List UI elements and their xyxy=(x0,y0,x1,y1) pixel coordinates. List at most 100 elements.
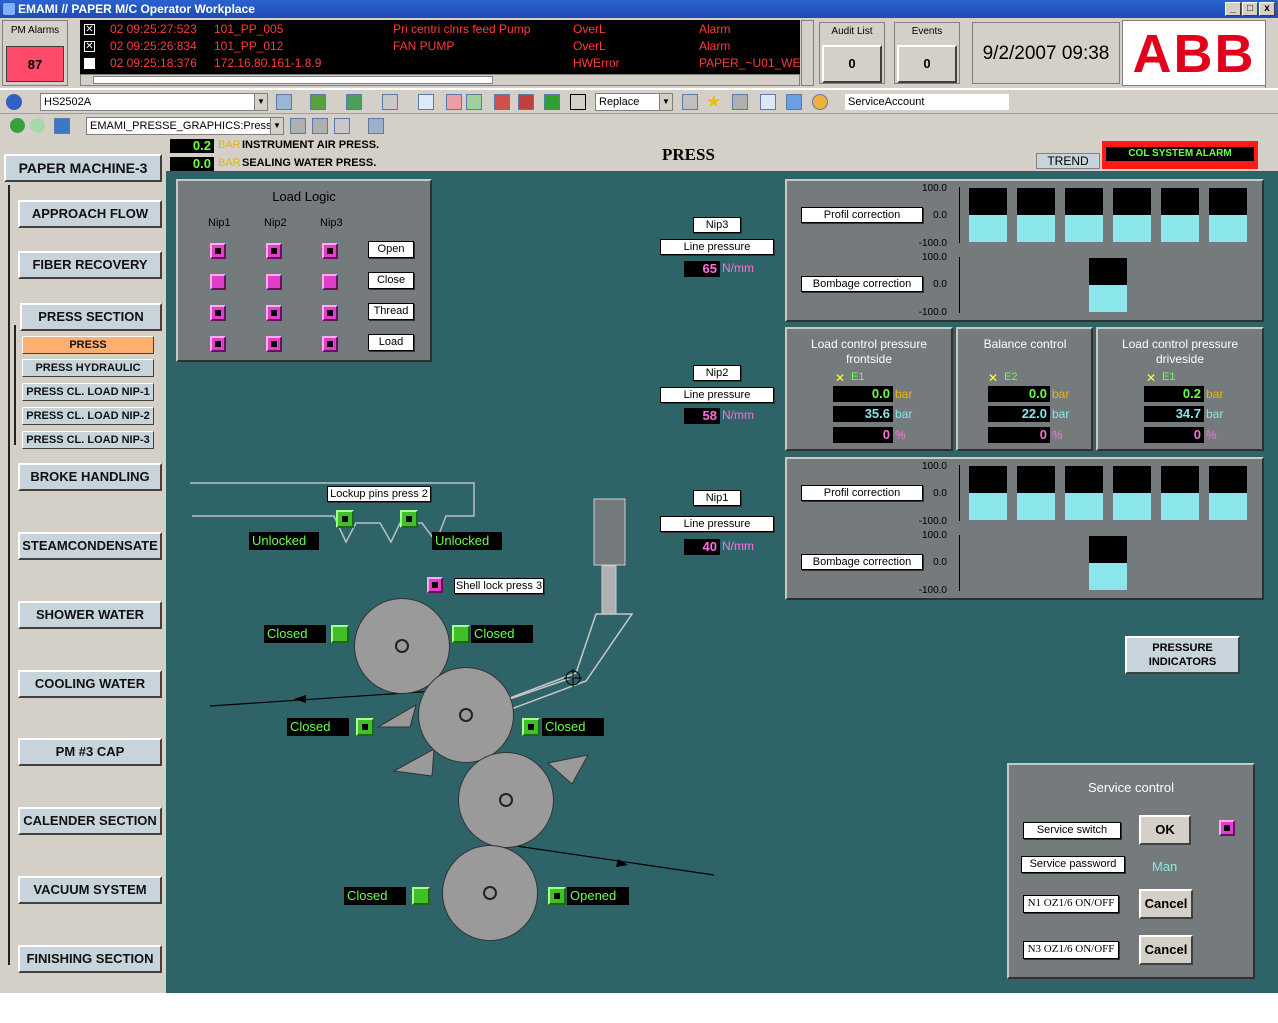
nav-sub-nip1[interactable]: PRESS CL. LOAD NIP-1 xyxy=(22,383,154,401)
close-button[interactable]: x xyxy=(1259,2,1275,16)
list-icon[interactable] xyxy=(446,94,462,110)
profil-correction-button[interactable]: Profil correction xyxy=(801,207,923,223)
audit-list-count[interactable]: 0 xyxy=(822,45,882,83)
workplace-icon[interactable] xyxy=(682,94,698,110)
sealing-water-value: 0.0 xyxy=(170,157,214,171)
shell-lock-label[interactable]: Shell lock press 3 xyxy=(454,578,544,594)
new-window-icon[interactable] xyxy=(786,94,802,110)
alarm-vertical-scrollbar[interactable] xyxy=(801,20,814,86)
forward-icon[interactable] xyxy=(30,118,45,133)
mode-combo[interactable]: Replace ▼ xyxy=(595,93,673,111)
press-roll-3 xyxy=(458,752,554,848)
tools-icon[interactable] xyxy=(570,94,586,110)
nav-finishing-section[interactable]: FINISHING SECTION xyxy=(18,945,162,973)
account-field[interactable]: ServiceAccount xyxy=(844,93,1010,111)
events-box[interactable]: Events 0 xyxy=(894,22,960,84)
alarm-row[interactable]: 02 09:25:18:376 172.16.80.161-1.8.9 HWEr… xyxy=(80,55,801,72)
trend-button[interactable]: TREND xyxy=(1036,153,1100,169)
pm-alarms-box[interactable]: PM Alarms 87 xyxy=(2,20,68,86)
alarm-horizontal-scrollbar[interactable] xyxy=(80,74,800,86)
ack-checkbox[interactable] xyxy=(84,58,95,69)
press-roll-4 xyxy=(442,845,538,941)
ok-button[interactable]: OK xyxy=(1139,815,1191,845)
search-icon[interactable] xyxy=(418,94,434,110)
value-1: 0.2 xyxy=(1144,386,1204,402)
star-icon[interactable]: ★ xyxy=(706,92,721,112)
window-scrollbar[interactable] xyxy=(1265,20,1278,88)
profil-correction-button[interactable]: Profil correction xyxy=(801,485,923,501)
ack-checkbox[interactable]: ✕ xyxy=(84,24,95,35)
scroll-thumb[interactable] xyxy=(93,76,493,84)
chevron-down-icon[interactable]: ▼ xyxy=(270,118,283,134)
bombage-correction-button[interactable]: Bombage correction xyxy=(801,554,923,570)
stop-icon[interactable] xyxy=(518,94,534,110)
pressure-indicators-button[interactable]: PRESSURE INDICATORS xyxy=(1125,636,1240,674)
cube-icon[interactable] xyxy=(54,118,70,134)
nav-shower-water[interactable]: SHOWER WATER xyxy=(18,601,162,629)
layout-icon[interactable] xyxy=(466,94,482,110)
alarm-row[interactable]: ✕ 02 09:25:26:834 101_PP_012 FAN PUMP Ov… xyxy=(80,38,800,55)
grid-icon[interactable] xyxy=(310,94,326,110)
events-count[interactable]: 0 xyxy=(897,45,957,83)
nav-sub-nip3[interactable]: PRESS CL. LOAD NIP-3 xyxy=(22,431,154,449)
bombage-correction-button[interactable]: Bombage correction xyxy=(801,276,923,292)
clock-display: 9/2/2007 09:38 xyxy=(972,22,1120,84)
unlocked-right-status: Unlocked xyxy=(432,532,502,550)
alarm-row[interactable]: ✕ 02 09:25:27:523 101_PP_005 Pri centri … xyxy=(80,21,800,38)
pm-alarms-count[interactable]: 87 xyxy=(6,46,64,82)
n1-cancel-button[interactable]: Cancel xyxy=(1139,889,1193,919)
print-icon[interactable] xyxy=(732,94,748,110)
n3-cancel-button[interactable]: Cancel xyxy=(1139,935,1193,965)
n3-toggle-label[interactable]: N3 OZ1/6 ON/OFF xyxy=(1023,941,1119,959)
object-combo[interactable]: HS2502A ▼ xyxy=(40,93,268,111)
nav-press-section[interactable]: PRESS SECTION xyxy=(20,303,162,331)
audit-list-box[interactable]: Audit List 0 xyxy=(819,22,885,84)
pin-icon[interactable] xyxy=(312,118,328,134)
instrument-air-value: 0.2 xyxy=(170,139,214,153)
nav-sub-nip2[interactable]: PRESS CL. LOAD NIP-2 xyxy=(22,407,154,425)
service-switch-indicator[interactable] xyxy=(1219,820,1235,836)
download-icon[interactable] xyxy=(290,118,306,134)
nav-broke-handling[interactable]: BROKE HANDLING xyxy=(18,463,162,491)
service-switch-label[interactable]: Service switch xyxy=(1023,822,1121,839)
service-password-field[interactable]: Service password xyxy=(1021,856,1125,873)
table-icon[interactable] xyxy=(382,94,398,110)
user-icon[interactable] xyxy=(812,94,828,110)
profile-panel-nip3: Profil correction Bombage correction 100… xyxy=(785,179,1264,322)
nav-sub-press-hydraulic[interactable]: PRESS HYDRAULIC xyxy=(22,359,154,377)
instrument-air-label: INSTRUMENT AIR PRESS. xyxy=(242,139,380,151)
alarm-time: 02 09:25:27:523 xyxy=(110,22,197,36)
settings-icon[interactable] xyxy=(368,118,384,134)
nav-header[interactable]: PAPER MACHINE-3 xyxy=(4,154,162,182)
display-combo[interactable]: EMAMI_PRESSE_GRAPHICS:Press ▼ xyxy=(86,117,284,135)
nav-sub-press[interactable]: PRESS xyxy=(22,336,154,354)
nav-fiber-recovery[interactable]: FIBER RECOVERY xyxy=(18,251,162,279)
back-icon[interactable] xyxy=(10,118,25,133)
nav-calender-section[interactable]: CALENDER SECTION xyxy=(18,807,162,835)
chevron-down-icon[interactable]: ▼ xyxy=(254,94,267,110)
lockup-pins-label[interactable]: Lockup pins press 2 xyxy=(327,486,431,502)
refresh-icon[interactable] xyxy=(334,118,350,134)
nav-cooling-water[interactable]: COOLING WATER xyxy=(18,670,162,698)
signal-icon[interactable] xyxy=(544,94,560,110)
alarm-list[interactable]: ✕ 02 09:25:27:523 101_PP_005 Pri centri … xyxy=(80,20,801,74)
alarm-icon[interactable] xyxy=(494,94,510,110)
maximize-button[interactable]: □ xyxy=(1242,2,1258,16)
nav-pm3-cap[interactable]: PM #3 CAP xyxy=(18,738,162,766)
nav-approach-flow[interactable]: APPROACH FLOW xyxy=(18,200,162,228)
chart-icon[interactable] xyxy=(346,94,362,110)
window-icon[interactable] xyxy=(760,94,776,110)
service-control-panel: Service control Service switch OK Servic… xyxy=(1007,763,1255,979)
profile-bar xyxy=(1113,466,1151,520)
nav-steam-condensate[interactable]: STEAMCONDENSATE xyxy=(18,532,162,560)
ack-checkbox[interactable]: ✕ xyxy=(84,41,95,52)
minimize-button[interactable]: _ xyxy=(1225,2,1241,16)
col-system-alarm[interactable]: COL SYSTEM ALARM xyxy=(1102,141,1258,169)
chevron-down-icon[interactable]: ▼ xyxy=(659,94,672,110)
aspect-icon[interactable] xyxy=(276,94,292,110)
instrument-air-unit: BAR xyxy=(218,139,241,151)
n1-toggle-label[interactable]: N1 OZ1/6 ON/OFF xyxy=(1023,895,1119,913)
globe-icon[interactable] xyxy=(6,94,22,110)
nav-vacuum-system[interactable]: VACUUM SYSTEM xyxy=(18,876,162,904)
axis xyxy=(959,465,960,521)
